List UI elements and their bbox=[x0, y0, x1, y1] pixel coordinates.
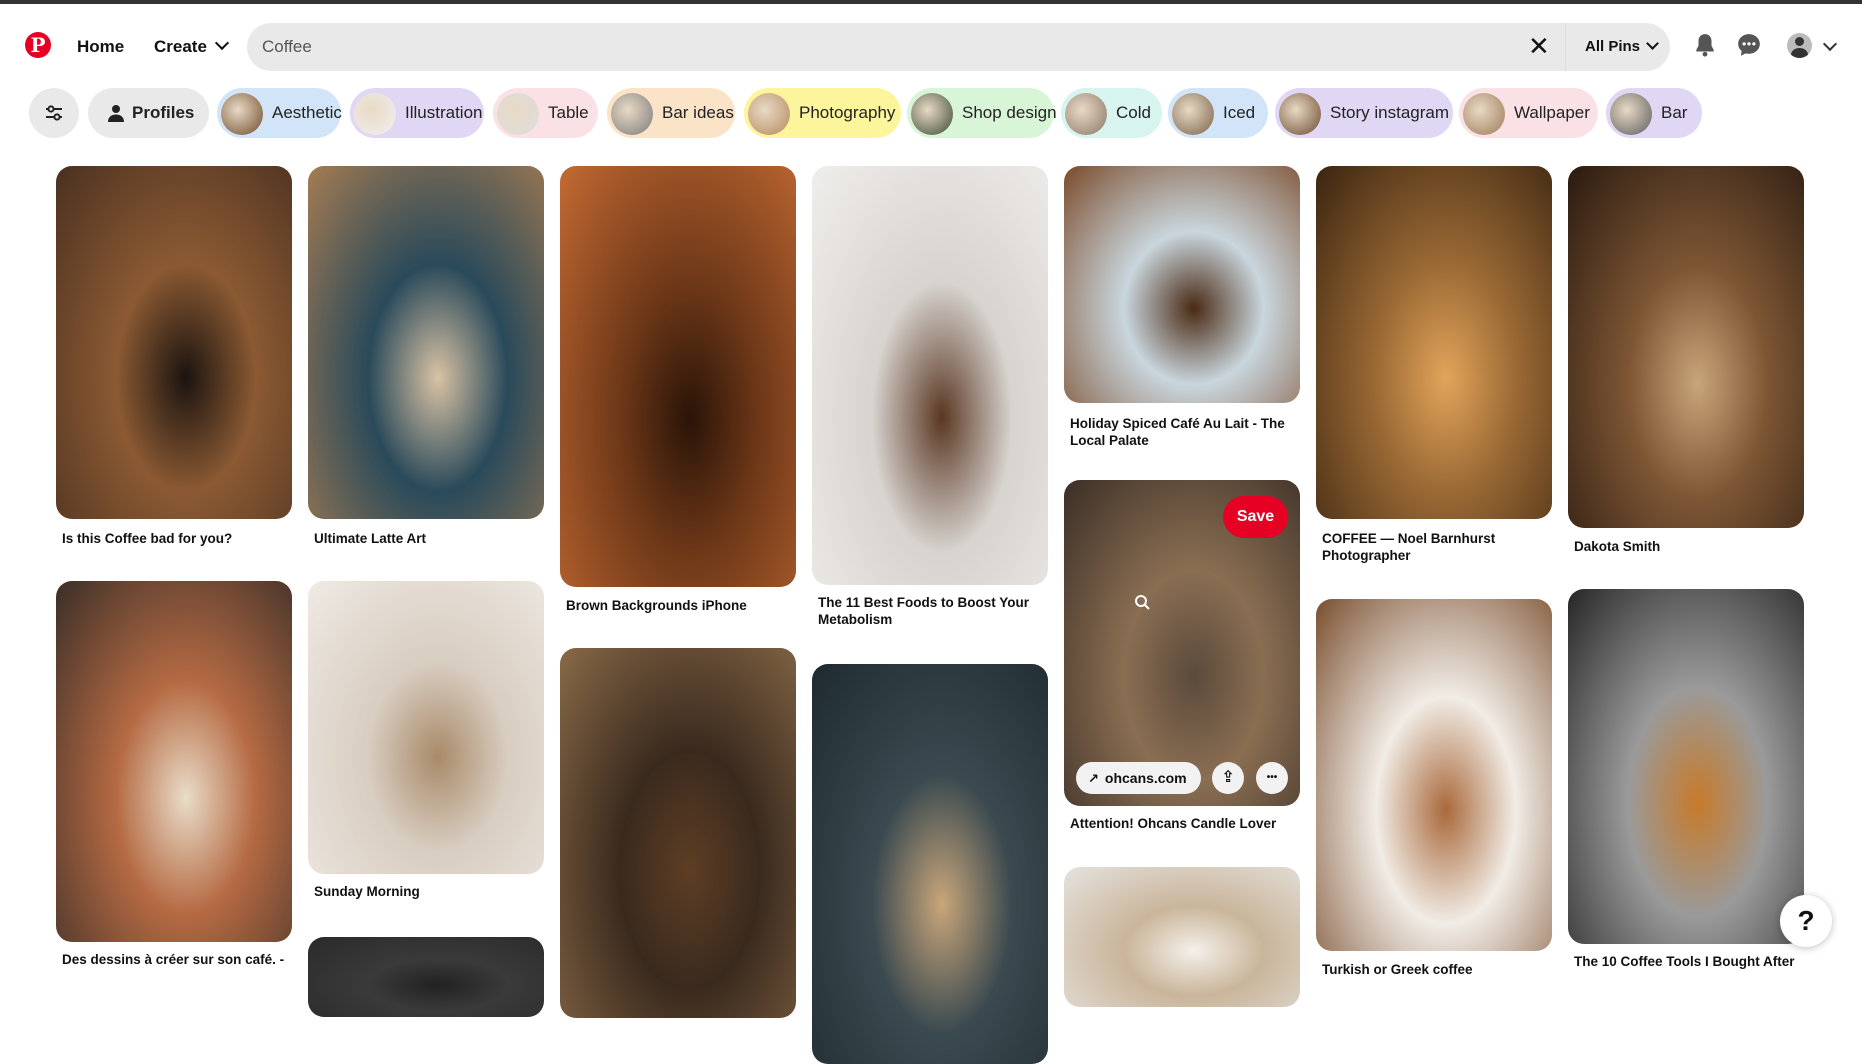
pin-image[interactable] bbox=[1316, 166, 1552, 519]
chip-thumbnail bbox=[1463, 93, 1505, 135]
suggestion-chip[interactable]: Aesthetic bbox=[217, 88, 342, 138]
more-options-icon[interactable]: ••• bbox=[1256, 762, 1288, 794]
sliders-icon bbox=[46, 105, 62, 121]
visual-search-lens-icon[interactable] bbox=[1134, 594, 1150, 610]
chip-thumbnail bbox=[611, 93, 653, 135]
pinterest-logo-icon[interactable]: P bbox=[25, 32, 51, 58]
nav-home[interactable]: Home bbox=[77, 37, 124, 57]
chip-label: Table bbox=[548, 103, 589, 122]
pin-image[interactable] bbox=[56, 581, 292, 942]
suggestion-chip[interactable]: Table bbox=[493, 88, 598, 138]
chip-label: Cold bbox=[1116, 103, 1151, 122]
share-icon[interactable]: ⇪ bbox=[1212, 762, 1244, 794]
chip-label: Iced bbox=[1223, 103, 1256, 122]
pin-image[interactable] bbox=[560, 648, 796, 1018]
pin-title[interactable]: The 10 Coffee Tools I Bought After bbox=[1574, 953, 1799, 970]
pin-title[interactable]: COFFEE — Noel Barnhurst Photographer bbox=[1322, 530, 1547, 564]
pin-image[interactable] bbox=[1568, 589, 1804, 944]
avatar-body bbox=[1791, 48, 1808, 58]
chip-thumbnail bbox=[1610, 93, 1652, 135]
suggestion-chip[interactable]: Shop design bbox=[907, 88, 1057, 138]
pin-title[interactable]: Ultimate Latte Art bbox=[314, 530, 539, 547]
chip-thumbnail bbox=[1279, 93, 1321, 135]
pin-image[interactable] bbox=[812, 664, 1048, 1064]
source-link-button[interactable]: ↗ ohcans.com bbox=[1076, 762, 1201, 794]
suggestion-chip[interactable]: Bar ideas bbox=[607, 88, 735, 138]
chip-thumbnail bbox=[354, 93, 396, 135]
top-header: P Home Create Coffee ✕ All Pins bbox=[0, 4, 1862, 80]
pin-title[interactable]: Attention! Ohcans Candle Lover bbox=[1070, 815, 1295, 832]
avatar-head bbox=[1795, 37, 1804, 46]
suggestion-chip[interactable]: Wallpaper bbox=[1459, 88, 1598, 138]
pin-image[interactable] bbox=[56, 166, 292, 519]
messages-icon[interactable] bbox=[1736, 32, 1762, 58]
save-button[interactable]: Save bbox=[1223, 496, 1288, 538]
pin-image[interactable] bbox=[812, 166, 1048, 585]
pin-title[interactable]: Holiday Spiced Café Au Lait - The Local … bbox=[1070, 415, 1295, 449]
pin-title[interactable]: Sunday Morning bbox=[314, 883, 539, 900]
profiles-label: Profiles bbox=[132, 103, 195, 122]
search-scope-label: All Pins bbox=[1585, 38, 1641, 55]
chip-label: Aesthetic bbox=[272, 103, 342, 122]
search-input[interactable]: Coffee bbox=[262, 37, 312, 57]
pin-image[interactable] bbox=[308, 166, 544, 519]
pin-title[interactable]: Brown Backgrounds iPhone bbox=[566, 597, 791, 614]
pin-image[interactable] bbox=[560, 166, 796, 587]
chip-label: Shop design bbox=[962, 103, 1057, 122]
pin-image[interactable] bbox=[1568, 166, 1804, 528]
chip-label: Bar ideas bbox=[662, 103, 734, 122]
chip-label: Wallpaper bbox=[1514, 103, 1590, 122]
pin-title[interactable]: The 11 Best Foods to Boost Your Metaboli… bbox=[818, 594, 1043, 628]
pin-image[interactable] bbox=[308, 937, 544, 1017]
suggestion-chip[interactable]: Photography bbox=[744, 88, 901, 138]
pin-image[interactable] bbox=[308, 581, 544, 874]
suggestion-chip[interactable]: Cold bbox=[1061, 88, 1162, 138]
clear-search-icon[interactable]: ✕ bbox=[1528, 33, 1550, 59]
chip-label: Illustration bbox=[405, 103, 483, 122]
suggestion-chip[interactable]: Story instagram bbox=[1275, 88, 1453, 138]
chip-label: Bar bbox=[1661, 103, 1688, 122]
suggestion-chip[interactable]: Bar bbox=[1606, 88, 1702, 138]
profile-avatar[interactable] bbox=[1787, 33, 1812, 58]
chip-thumbnail bbox=[748, 93, 790, 135]
pin-image[interactable]: Save ↗ ohcans.com ⇪ ••• bbox=[1064, 480, 1300, 806]
chip-label: Photography bbox=[799, 103, 896, 122]
person-icon bbox=[108, 105, 124, 122]
pin-image[interactable] bbox=[1064, 166, 1300, 403]
pin-image[interactable] bbox=[1316, 599, 1552, 951]
profiles-filter-button[interactable]: Profiles bbox=[88, 88, 209, 138]
suggestion-chip[interactable]: Illustration bbox=[350, 88, 484, 138]
chip-label: Story instagram bbox=[1330, 103, 1450, 122]
search-scope-dropdown[interactable]: All Pins bbox=[1585, 37, 1659, 55]
chevron-down-icon bbox=[214, 35, 229, 51]
chip-thumbnail bbox=[221, 93, 263, 135]
chip-thumbnail bbox=[911, 93, 953, 135]
filter-chip-row: Profiles Aesthetic Illustration Table Bar i… bbox=[0, 88, 1862, 138]
chevron-down-icon bbox=[1646, 37, 1659, 50]
filter-settings-button[interactable] bbox=[29, 88, 79, 138]
account-chevron-down-icon[interactable] bbox=[1822, 36, 1838, 52]
pin-image[interactable] bbox=[1064, 867, 1300, 1007]
suggestion-chip[interactable]: Iced bbox=[1168, 88, 1268, 138]
search-divider bbox=[1565, 23, 1566, 71]
external-link-icon: ↗ bbox=[1088, 771, 1099, 786]
chip-thumbnail bbox=[1065, 93, 1107, 135]
pin-title[interactable]: Is this Coffee bad for you? bbox=[62, 530, 287, 547]
notifications-bell-icon[interactable] bbox=[1692, 32, 1718, 58]
help-button[interactable]: ? bbox=[1780, 895, 1832, 947]
chip-thumbnail bbox=[497, 93, 539, 135]
source-link-label: ohcans.com bbox=[1104, 770, 1187, 786]
pin-title[interactable]: Dakota Smith bbox=[1574, 538, 1799, 555]
chip-thumbnail bbox=[1172, 93, 1214, 135]
nav-create-dropdown[interactable]: Create bbox=[154, 35, 229, 57]
pin-title[interactable]: Des dessins à créer sur son café. - bbox=[62, 951, 287, 968]
nav-create-label: Create bbox=[154, 37, 207, 56]
search-bar[interactable]: Coffee ✕ All Pins bbox=[247, 23, 1670, 71]
